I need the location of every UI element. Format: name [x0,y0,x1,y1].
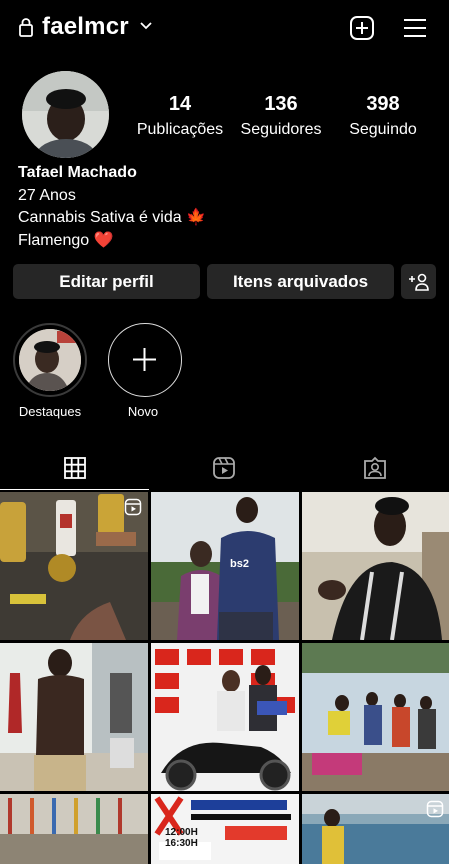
post-thumbnail[interactable] [151,643,299,791]
highlight-destaques[interactable] [13,323,87,397]
post-caption-text: bs2 [230,558,249,570]
stat-followers[interactable]: 136 Seguidores [233,92,329,141]
discover-people-button[interactable] [401,264,436,299]
menu-icon[interactable] [402,16,428,40]
grid-icon [63,456,86,479]
post-caption-text: 12:00H 16:30H [165,827,198,849]
highlight-label: Destaques [18,404,82,419]
post-thumbnail[interactable] [0,794,148,864]
post-thumbnail[interactable] [0,492,148,640]
archived-items-button[interactable]: Itens arquivados [207,264,394,299]
post-thumbnail[interactable] [302,794,449,864]
profile-avatar[interactable] [22,71,109,158]
profile-name: Tafael Machado [18,164,137,181]
stat-following[interactable]: 398 Seguindo [340,92,426,141]
tab-reels[interactable] [149,446,298,490]
following-count: 398 [366,93,400,115]
highlight-label: Novo [127,404,159,419]
post-thumbnail[interactable]: 12:00H 16:30H [151,794,299,864]
post-thumbnail[interactable] [302,492,449,640]
new-highlight-button[interactable] [108,323,182,397]
reel-badge-icon [124,498,142,516]
plus-icon [133,348,156,371]
username[interactable]: faelmcr [42,13,129,41]
post-thumbnail[interactable] [0,643,148,791]
profile-bio: Tafael Machado 27 Anos Cannabis Sativa é… [18,162,206,252]
new-post-icon[interactable] [349,15,375,41]
tab-tagged[interactable] [300,446,449,490]
top-bar: faelmcr [0,0,449,56]
stat-posts[interactable]: 14 Publicações [125,92,235,141]
bio-line: Flamengo ❤️ [18,231,114,249]
chevron-down-icon[interactable] [139,20,153,32]
bio-line: Cannabis Sativa é vida 🍁 [18,209,207,226]
lock-icon [19,18,33,37]
post-thumbnail[interactable]: bs2 [151,492,299,640]
posts-label: Publicações [136,121,224,138]
followers-count: 136 [264,93,298,115]
reels-icon [212,457,235,479]
followers-label: Seguidores [240,121,322,138]
edit-profile-button[interactable]: Editar perfil [13,264,200,299]
highlight-cover [19,329,81,391]
bio-line: 27 Anos [18,186,76,204]
post-thumbnail[interactable] [302,643,449,791]
tab-posts-grid[interactable] [0,446,149,490]
reel-badge-icon [426,800,444,818]
tagged-icon [363,456,386,479]
add-person-icon [408,273,429,291]
profile-tabs [0,446,449,490]
posts-count: 14 [168,93,192,115]
following-label: Seguindo [349,121,417,138]
